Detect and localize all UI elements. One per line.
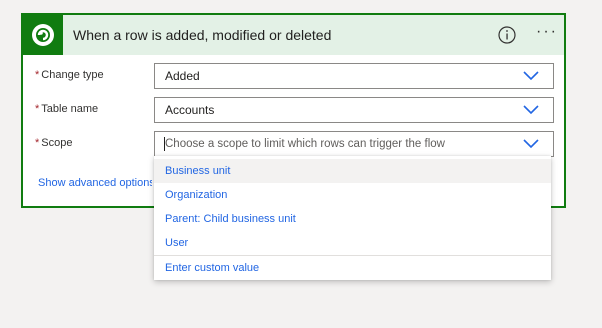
scope-select[interactable]: Choose a scope to limit which rows can t… [154, 131, 554, 157]
dropdown-option-user[interactable]: User [154, 231, 551, 255]
dropdown-option-business-unit[interactable]: Business unit [154, 159, 551, 183]
change-type-value: Added [165, 69, 200, 83]
change-type-label: * Change type [35, 69, 104, 81]
change-type-label-text: Change type [41, 69, 104, 81]
table-name-label: * Table name [35, 103, 98, 115]
more-options-icon[interactable]: ··· [535, 24, 559, 45]
show-advanced-options-link[interactable]: Show advanced options [38, 177, 152, 189]
scope-placeholder: Choose a scope to limit which rows can t… [165, 138, 445, 150]
info-icon[interactable] [497, 25, 517, 45]
dataverse-logo-icon [23, 15, 63, 55]
required-marker: * [35, 137, 40, 149]
table-name-label-text: Table name [41, 103, 99, 115]
chevron-down-icon [523, 71, 539, 81]
table-name-value: Accounts [165, 103, 215, 117]
scope-label-text: Scope [41, 137, 73, 149]
card-header[interactable]: When a row is added, modified or deleted… [23, 15, 564, 55]
change-type-select[interactable]: Added [154, 63, 554, 89]
required-marker: * [35, 69, 40, 81]
chevron-down-icon [523, 139, 539, 149]
dropdown-option-enter-custom-value[interactable]: Enter custom value [154, 256, 551, 280]
required-marker: * [35, 103, 40, 115]
scope-label: * Scope [35, 137, 72, 149]
dropdown-option-organization[interactable]: Organization [154, 183, 551, 207]
chevron-down-icon [523, 105, 539, 115]
table-name-select[interactable]: Accounts [154, 97, 554, 123]
scope-dropdown-menu: Business unit Organization Parent: Child… [154, 156, 551, 280]
dropdown-option-parent-child-business-unit[interactable]: Parent: Child business unit [154, 207, 551, 231]
card-title: When a row is added, modified or deleted [73, 27, 332, 43]
